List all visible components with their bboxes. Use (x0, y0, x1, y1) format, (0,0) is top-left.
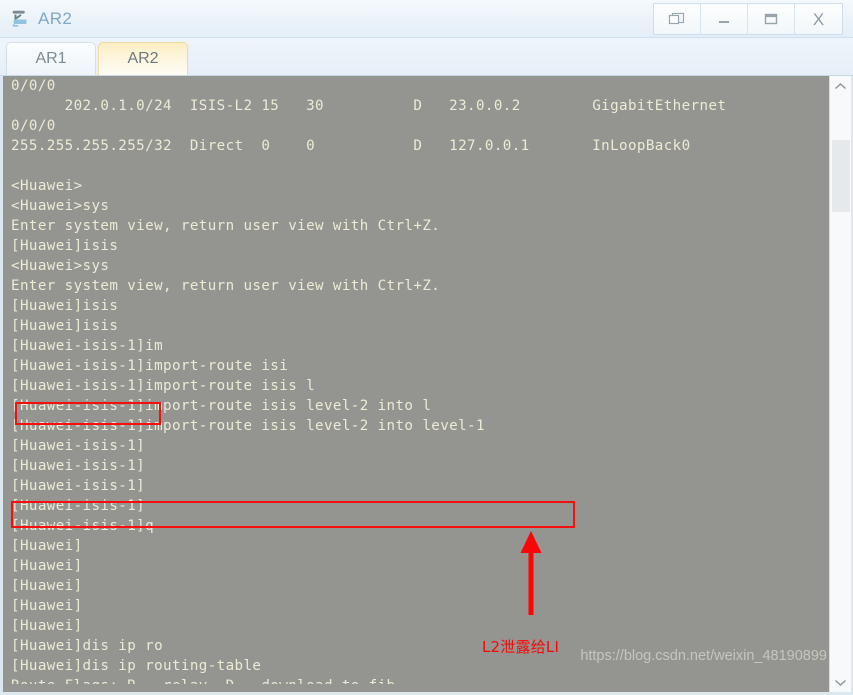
terminal-line: <Huawei> (11, 178, 83, 194)
tab-ar2[interactable]: AR2 (98, 42, 188, 75)
annotation-label: L2泄露给LI (482, 638, 560, 656)
close-icon: X (812, 9, 825, 29)
terminal-scrollbar[interactable] (829, 76, 851, 692)
window-controls: X (653, 3, 843, 35)
terminal-line: [Huawei-isis-1] (11, 458, 146, 474)
terminal-line: [Huawei-isis-1] (11, 478, 146, 494)
terminal-line: [Huawei] (11, 558, 83, 574)
terminal-line: [Huawei] (11, 618, 83, 634)
scrollbar-thumb[interactable] (832, 140, 850, 212)
terminal-line: [Huawei] (11, 538, 83, 554)
terminal-line: [Huawei-isis-1] (11, 498, 146, 514)
terminal-line: <Huawei>sys (11, 258, 110, 274)
terminal-line: [Huawei] (11, 578, 83, 594)
minimize-icon (719, 21, 729, 23)
terminal-line: [Huawei]isis (11, 318, 119, 334)
chevron-up-icon (834, 82, 847, 89)
terminal-line: Route Flags: R - relay, D - download to … (3, 676, 829, 684)
terminal-line: [Huawei-isis-1] (11, 438, 146, 454)
terminal-line: [Huawei-isis-1]import-route isis level-2… (11, 398, 432, 414)
terminal-line: [Huawei]dis ip routing-table (11, 658, 262, 674)
ensp-device-window: AR2 X AR1 AR2 0/0/0 202.0.1.0/24 ISIS-L2… (0, 0, 853, 695)
title-bar: AR2 X (0, 0, 853, 38)
restore-button[interactable] (654, 4, 701, 34)
close-button[interactable]: X (795, 4, 842, 34)
device-tab-strip: AR1 AR2 (0, 38, 853, 76)
terminal-line: [Huawei-isis-1]q (11, 518, 155, 534)
terminal-line: 255.255.255.255/32 Direct 0 0 D 127.0.0.… (11, 138, 691, 154)
terminal-line: Enter system view, return user view with… (11, 278, 441, 294)
tab-ar1-label: AR1 (35, 50, 67, 67)
terminal-line: [Huawei]dis ip ro (11, 638, 164, 654)
terminal-line: [Huawei-isis-1]import-route isi (11, 358, 289, 374)
maximize-icon (764, 13, 778, 25)
terminal-line: [Huawei] (11, 598, 83, 614)
restore-icon (668, 12, 685, 25)
terminal-line: [Huawei-isis-1]im (11, 338, 164, 354)
router-icon (12, 10, 27, 27)
window-title: AR2 (38, 8, 73, 28)
terminal-line: [Huawei-isis-1]import-route isis level-2… (11, 418, 485, 434)
scroll-up-button[interactable] (830, 76, 851, 96)
terminal-line: [Huawei]isis (11, 238, 119, 254)
minimize-button[interactable] (701, 4, 748, 34)
chevron-down-icon (834, 679, 847, 686)
maximize-button[interactable] (748, 4, 795, 34)
terminal-line: <Huawei>sys (11, 198, 110, 214)
terminal-line: Enter system view, return user view with… (11, 218, 441, 234)
terminal-line: [Huawei]isis (11, 298, 119, 314)
terminal-line: 0/0/0 (11, 78, 56, 94)
tab-ar1[interactable]: AR1 (6, 42, 96, 75)
terminal-line: 202.0.1.0/24 ISIS-L2 15 30 D 23.0.0.2 Gi… (11, 98, 727, 114)
terminal-line: 0/0/0 (11, 118, 56, 134)
tab-ar2-label: AR2 (127, 50, 159, 67)
scroll-down-button[interactable] (830, 672, 851, 692)
terminal-output[interactable]: 202.0.0.0/24 ISIS-L2 15 30 D 23.0.0.2 Gi… (3, 76, 829, 692)
terminal-area: 202.0.0.0/24 ISIS-L2 15 30 D 23.0.0.2 Gi… (0, 76, 853, 695)
terminal-line: [Huawei-isis-1]import-route isis l (11, 378, 316, 394)
